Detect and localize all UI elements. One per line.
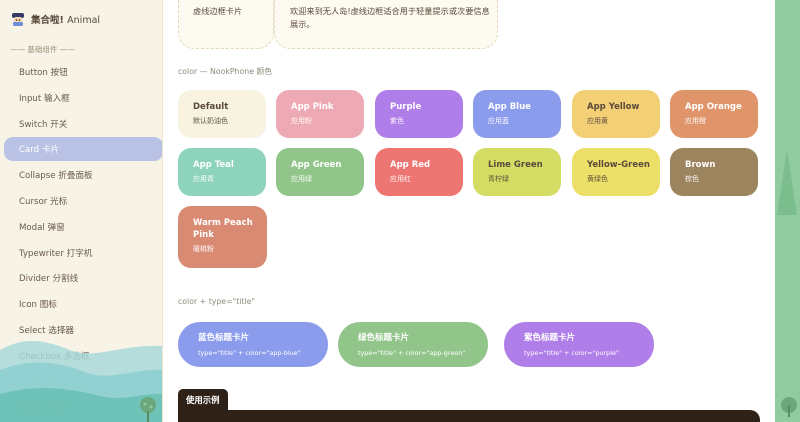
brand[interactable]: 集合啦! Animal: [10, 9, 100, 29]
color-card-yellow-green[interactable]: Yellow-Green 黄绿色: [572, 148, 660, 196]
sidebar-item-typewriter[interactable]: Typewriter 打字机: [4, 241, 162, 265]
color-card-name: Lime Green: [488, 160, 543, 170]
sidebar-item-tabs[interactable]: Tabs 标签页: [4, 370, 162, 394]
color-card-subtitle: 棕色: [685, 175, 699, 183]
title-card-name: 绿色标题卡片: [358, 333, 410, 343]
color-card-name: Warm Peach Pink: [193, 218, 253, 240]
sidebar-item-select[interactable]: Select 选择器: [4, 318, 162, 342]
grass-decoration: [775, 0, 800, 422]
color-card-lime-green[interactable]: Lime Green 青柠绿: [473, 148, 561, 196]
bush-icon: [140, 397, 156, 422]
color-card-app-green[interactable]: App Green 应用绿: [276, 148, 364, 196]
usage-example-tab[interactable]: 使用示例: [178, 389, 228, 411]
title-card-0[interactable]: 蓝色标题卡片 type="title" + color="app-blue": [178, 322, 328, 367]
sidebar-item-switch[interactable]: Switch 开关: [4, 112, 162, 136]
color-card-name: Yellow-Green: [587, 160, 650, 170]
color-card-default[interactable]: Default 默认奶油色: [178, 90, 266, 138]
color-card-subtitle: 紫色: [390, 117, 404, 125]
color-card-name: App Orange: [685, 102, 742, 112]
color-card-name: Purple: [390, 102, 422, 112]
color-card-subtitle: 应用蓝: [488, 117, 509, 125]
color-card-app-pink[interactable]: App Pink 应用粉: [276, 90, 364, 138]
title-card-1[interactable]: 绿色标题卡片 type="title" + color="app-green": [338, 322, 488, 367]
app-title: 集合啦! Animal: [31, 12, 100, 26]
dashed-card-text-example: 欢迎来到无人岛!虚线边框适合用于轻量提示或次要信息展示。: [274, 0, 498, 49]
color-card-app-red[interactable]: App Red 应用红: [375, 148, 463, 196]
color-card-subtitle: 应用红: [390, 175, 411, 183]
color-card-name: Brown: [685, 160, 716, 170]
title-card-subtitle: type="title" + color="app-green": [358, 349, 466, 357]
color-card-subtitle: 应用青: [193, 175, 214, 183]
title-section-title: color + type="title": [178, 297, 256, 306]
color-card-subtitle: 暖桃粉: [193, 245, 214, 253]
dashed-card-example: 虚线边框卡片: [178, 0, 274, 49]
sidebar-item-checkbox[interactable]: Checkbox 多选框: [4, 344, 162, 368]
dashed-card-label: 虚线边框卡片: [193, 6, 243, 16]
sidebar-item-collapse[interactable]: Collapse 折叠面板: [4, 163, 162, 187]
color-card-subtitle: 黄绿色: [587, 175, 608, 183]
color-card-name: App Red: [390, 160, 431, 170]
title-card-name: 紫色标题卡片: [524, 333, 576, 343]
color-card-subtitle: 应用粉: [291, 117, 312, 125]
sidebar-nav: Button 按钮 Input 输入框 Switch 开关 Card 卡片 Collap…: [4, 60, 162, 421]
color-card-subtitle: 应用绿: [291, 175, 312, 183]
color-card-subtitle: 应用橙: [685, 117, 706, 125]
title-card-subtitle: type="title" + color="app-blue": [198, 349, 301, 357]
title-card-subtitle: type="title" + color="purple": [524, 349, 619, 357]
color-card-name: Default: [193, 102, 229, 112]
color-card-name: App Teal: [193, 160, 234, 170]
color-card-app-teal[interactable]: App Teal 应用青: [178, 148, 266, 196]
main-content: 虚线边框卡片 欢迎来到无人岛!虚线边框适合用于轻量提示或次要信息展示。 colo…: [163, 0, 775, 422]
color-card-name: App Pink: [291, 102, 334, 112]
dashed-card-text: 欢迎来到无人岛!虚线边框适合用于轻量提示或次要信息展示。: [290, 6, 490, 29]
color-card-name: App Yellow: [587, 102, 640, 112]
color-card-brown[interactable]: Brown 棕色: [670, 148, 758, 196]
sidebar-item-card[interactable]: Card 卡片: [4, 137, 162, 162]
villager-logo-icon: [12, 13, 24, 26]
color-card-warm-peach-pink[interactable]: Warm Peach Pink 暖桃粉: [178, 206, 267, 268]
color-section-title: color — NookPhone 颜色: [178, 67, 273, 76]
sidebar-item-divider[interactable]: Divider 分割线: [4, 266, 162, 290]
app-title-cn: 集合啦!: [31, 15, 64, 26]
sidebar: 集合啦! Animal —— 基础组件 —— Button 按钮 Input 输入…: [0, 0, 163, 422]
color-card-subtitle: 默认奶油色: [193, 117, 228, 125]
sidebar-item-input[interactable]: Input 输入框: [4, 86, 162, 110]
code-block: [178, 410, 760, 422]
color-card-app-blue[interactable]: App Blue 应用蓝: [473, 90, 561, 138]
color-card-name: App Green: [291, 160, 342, 170]
color-card-subtitle: 青柠绿: [488, 175, 509, 183]
color-card-purple[interactable]: Purple 紫色: [375, 90, 463, 138]
title-card-name: 蓝色标题卡片: [198, 333, 250, 343]
sidebar-item-cursor[interactable]: Cursor 光标: [4, 189, 162, 213]
sidebar-item-icon[interactable]: Icon 图标: [4, 292, 162, 316]
sidebar-item-modal[interactable]: Modal 弹窗: [4, 215, 162, 239]
app-title-en: Animal: [67, 15, 101, 26]
sidebar-section-label: —— 基础组件 ——: [10, 45, 75, 54]
color-card-app-orange[interactable]: App Orange 应用橙: [670, 90, 758, 138]
sidebar-item-button[interactable]: Button 按钮: [4, 60, 162, 84]
color-card-app-yellow[interactable]: App Yellow 应用黄: [572, 90, 660, 138]
color-card-name: App Blue: [488, 102, 531, 112]
title-card-2[interactable]: 紫色标题卡片 type="title" + color="purple": [504, 322, 654, 367]
color-card-subtitle: 应用黄: [587, 117, 608, 125]
